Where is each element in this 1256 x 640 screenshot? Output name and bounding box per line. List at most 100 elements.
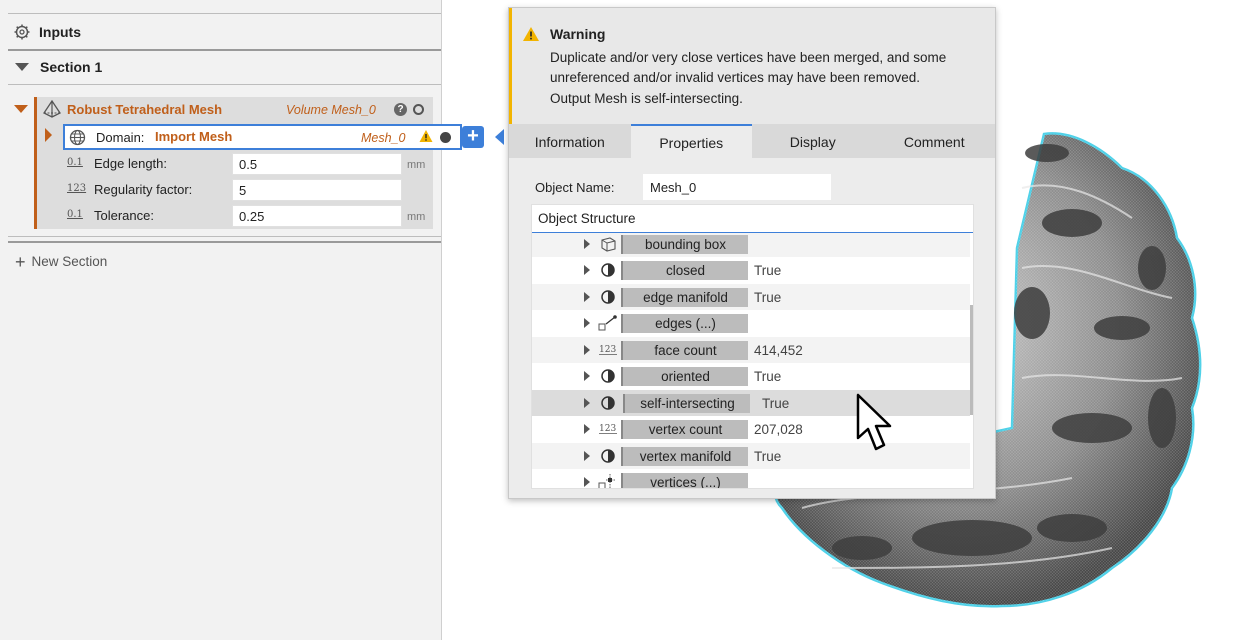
block-title: Robust Tetrahedral Mesh [67, 102, 223, 117]
collapse-arrow-icon[interactable] [15, 63, 29, 71]
half-circle-icon [598, 448, 618, 464]
expand-arrow-icon[interactable] [584, 238, 590, 249]
structure-row-name[interactable]: bounding box [621, 234, 748, 254]
structure-row[interactable]: self-intersecting True [532, 389, 970, 416]
structure-rows: bounding box closed True edge manifold True e… [532, 233, 970, 488]
warning-triangle-icon [523, 27, 539, 41]
decimal-icon: 0.1 [67, 209, 83, 220]
output-dot-icon[interactable] [440, 132, 451, 143]
mouse-cursor-icon [856, 393, 892, 451]
tolerance-input[interactable] [232, 205, 402, 227]
object-name-label: Object Name: [535, 180, 615, 195]
help-icon[interactable]: ? [394, 103, 407, 116]
inputs-gear-icon [14, 24, 30, 40]
new-section-label: New Section [31, 254, 108, 269]
structure-row-value: 207,028 [754, 422, 803, 437]
expand-arrow-icon[interactable] [584, 291, 590, 302]
structure-row-name[interactable]: face count [621, 340, 748, 360]
structure-row[interactable]: 123 vertex count 207,028 [532, 416, 970, 443]
divider [8, 236, 441, 237]
structure-row-value: True [762, 395, 790, 411]
structure-row[interactable]: edge manifold True [532, 283, 970, 310]
edge-length-param: 0.1 Edge length: mm [67, 151, 433, 177]
structure-row[interactable]: closed True [532, 257, 970, 284]
regularity-factor-param: 123 Regularity factor: [67, 177, 433, 203]
robust-tetrahedral-mesh-block[interactable]: Robust Tetrahedral Mesh Volume Mesh_0 ? … [34, 97, 462, 229]
domain-expand-arrow-icon[interactable] [45, 128, 52, 142]
structure-row[interactable]: 123 face count 414,452 [532, 336, 970, 363]
structure-row-name[interactable]: vertex manifold [621, 446, 748, 466]
expand-arrow-icon[interactable] [584, 424, 590, 434]
integer-icon: 123 [67, 183, 87, 194]
decimal-icon: 0.1 [67, 157, 83, 168]
domain-output-name[interactable]: Mesh_0 [361, 131, 405, 145]
object-name-field[interactable]: Mesh_0 [643, 174, 831, 200]
structure-row-name[interactable]: edge manifold [621, 287, 748, 307]
expand-arrow-icon[interactable] [584, 477, 590, 487]
half-circle-icon [598, 262, 618, 278]
edges-icon [598, 315, 618, 331]
tolerance-param: 0.1 Tolerance: mm [67, 203, 433, 229]
svg-text:123: 123 [599, 424, 616, 434]
structure-row[interactable]: edges (...) [532, 310, 970, 337]
structure-row-name[interactable]: oriented [621, 367, 748, 386]
add-block-button[interactable]: + [462, 126, 484, 148]
inputs-header[interactable]: Inputs [0, 14, 441, 50]
tetrahedron-icon [43, 100, 61, 118]
popup-tabs: Information Properties Display Comment [509, 124, 995, 158]
structure-row[interactable]: vertex manifold True [532, 442, 970, 469]
expand-arrow-icon[interactable] [584, 450, 590, 461]
block-header[interactable]: Robust Tetrahedral Mesh Volume Mesh_0 ? [37, 97, 433, 123]
domain-label: Domain: [96, 130, 145, 145]
structure-row[interactable]: vertices (...) [532, 469, 970, 488]
section-1-label: Section 1 [40, 59, 103, 75]
tab-properties[interactable]: Properties [630, 124, 752, 158]
structure-row-name[interactable]: edges (...) [621, 314, 748, 333]
structure-row-name[interactable]: closed [621, 261, 748, 280]
tab-display[interactable]: Display [752, 124, 874, 158]
half-circle-icon [598, 289, 618, 305]
warning-line: unreferenced and/or invalid vertices may… [550, 70, 920, 85]
structure-row[interactable]: bounding box [532, 233, 970, 257]
expand-arrow-icon[interactable] [584, 344, 590, 355]
domain-input-row[interactable]: Domain: Import Mesh Mesh_0 [63, 124, 462, 150]
expand-arrow-icon[interactable] [584, 265, 590, 275]
regularity-factor-label: Regularity factor: [94, 182, 193, 197]
half-circle-icon [598, 395, 618, 411]
structure-row-value: True [754, 369, 782, 384]
expand-arrow-icon[interactable] [584, 318, 590, 328]
structure-row-name[interactable]: vertex count [621, 420, 748, 439]
vertices-icon [598, 474, 618, 488]
structure-row-value: True [754, 289, 782, 305]
box-icon [598, 236, 618, 252]
output-ring-icon[interactable] [413, 104, 424, 115]
structure-row[interactable]: oriented True [532, 363, 970, 390]
edge-length-unit: mm [407, 159, 426, 171]
domain-value[interactable]: Import Mesh [155, 129, 232, 144]
warning-box: Warning Duplicate and/or very close vert… [509, 8, 995, 124]
structure-row-value: 414,452 [754, 342, 803, 358]
tab-information[interactable]: Information [509, 124, 631, 158]
edge-length-label: Edge length: [94, 156, 168, 171]
divider [8, 84, 441, 85]
new-section-button[interactable]: + New Section [15, 253, 108, 271]
structure-row-name[interactable]: self-intersecting [623, 393, 750, 413]
expand-arrow-icon[interactable] [584, 397, 590, 408]
structure-scrollbar[interactable] [970, 305, 973, 415]
section-1-header[interactable]: Section 1 [0, 51, 441, 83]
half-circle-icon [598, 368, 618, 384]
tab-comment[interactable]: Comment [873, 124, 995, 158]
edge-length-input[interactable] [232, 153, 402, 175]
object-structure-panel: Object Structure bounding box closed True e… [531, 204, 974, 489]
warning-icon[interactable] [419, 129, 433, 143]
inputs-panel: Inputs Section 1 Robust Tetrahedral Mesh… [0, 0, 462, 640]
block-output-name[interactable]: Volume Mesh_0 [286, 103, 376, 117]
number-icon: 123 [598, 421, 618, 437]
structure-row-name[interactable]: vertices (...) [621, 473, 748, 488]
regularity-factor-input[interactable] [232, 179, 402, 201]
object-structure-header: Object Structure [532, 205, 973, 233]
inputs-label: Inputs [39, 24, 81, 40]
globe-icon [69, 129, 86, 146]
block-collapse-arrow-icon[interactable] [14, 105, 28, 113]
expand-arrow-icon[interactable] [584, 371, 590, 381]
